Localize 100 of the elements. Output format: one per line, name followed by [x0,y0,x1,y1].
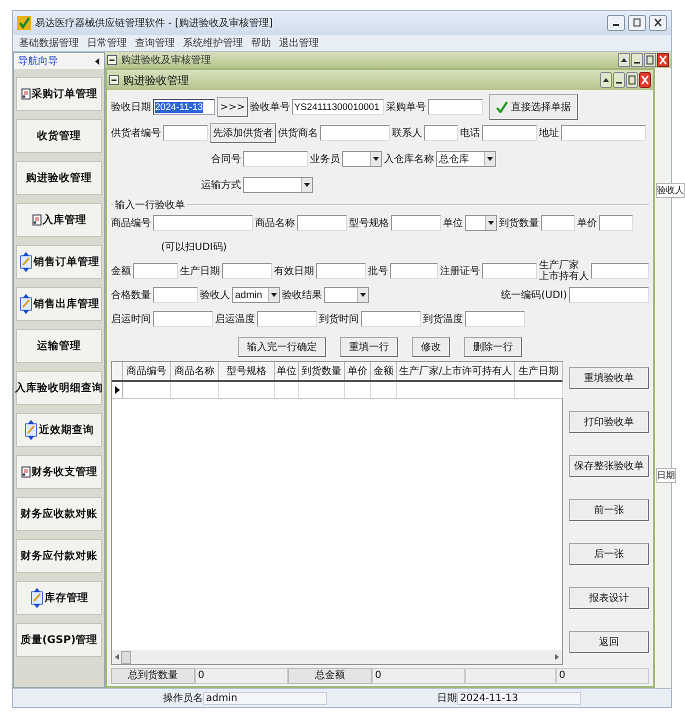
minimize-icon[interactable] [613,72,625,88]
scroll-right-icon[interactable] [555,654,559,660]
menu-item[interactable]: 退出管理 [279,36,319,50]
field-label: 到货温度 [423,314,463,324]
nav-button[interactable]: 财务应付款对账 [16,539,102,573]
dropdown[interactable] [465,215,497,231]
column-header[interactable]: 单位 [275,362,299,380]
window-title: 购进验收及审核管理 [121,54,211,67]
restore-icon[interactable] [628,15,646,31]
input-field[interactable] [428,99,484,115]
nav-button[interactable]: 入库管理 [16,203,102,237]
restore-icon[interactable] [626,72,638,88]
menu-item[interactable]: 基础数据管理 [19,36,79,50]
dropdown[interactable]: admin [232,287,280,303]
nav-button[interactable]: 库存管理 [16,581,102,615]
form-button[interactable]: >>> [217,97,248,117]
scroll-up-icon[interactable] [618,53,630,67]
input-field[interactable] [316,263,366,279]
input-field[interactable] [482,263,537,279]
action-button[interactable]: 后一张 [569,543,649,565]
scroll-thumb[interactable] [121,650,131,664]
input-field[interactable] [133,263,178,279]
window-title: 易达医疗器械供应链管理软件 - [购进验收及审核管理] [35,16,273,30]
nav-button[interactable]: 运输管理 [16,329,102,363]
input-field[interactable] [153,287,198,303]
input-field[interactable] [424,125,458,141]
nav-button[interactable]: 采购订单管理 [16,77,102,111]
input-field[interactable]: YS24111300010001 [292,99,384,115]
menu-item[interactable]: 帮助 [251,36,271,50]
dropdown-arrow-icon [373,157,379,161]
column-header[interactable]: 单价 [345,362,371,380]
row-button[interactable]: 输入完一行确定 [238,337,326,357]
action-button[interactable]: 打印验收单 [569,411,649,433]
nav-button[interactable]: 近效期查询 [16,413,102,447]
input-field[interactable] [320,125,390,141]
action-button[interactable]: 报表设计 [569,587,649,609]
restore-icon[interactable] [644,53,656,67]
nav-button[interactable]: 购进验收管理 [16,161,102,195]
input-field[interactable] [257,311,317,327]
nav-button[interactable]: 财务收支管理 [16,455,102,489]
menu-item[interactable]: 日常管理 [87,36,127,50]
row-button[interactable]: 修改 [412,337,450,357]
close-icon[interactable] [657,53,669,67]
close-icon[interactable] [639,72,651,88]
field-label: 验收结果 [282,290,322,300]
field-label: 有效日期 [274,266,314,276]
column-header[interactable]: 金额 [371,362,397,380]
select-document-button[interactable]: 直接选择单据 [489,94,578,120]
menu-item[interactable]: 系统维护管理 [183,36,243,50]
input-field[interactable] [222,263,272,279]
input-field[interactable] [243,151,308,167]
input-field[interactable] [390,263,438,279]
input-field[interactable] [297,215,347,231]
menu-item[interactable]: 查询管理 [135,36,175,50]
field-label: 型号规格 [349,218,389,228]
window-menu-icon[interactable] [109,75,119,85]
input-field[interactable] [465,311,525,327]
minimize-icon[interactable] [607,15,625,31]
column-header[interactable]: 到货数量 [299,362,345,380]
window-menu-icon[interactable] [107,55,117,65]
close-icon[interactable] [649,15,667,31]
field-label: 供货者编号 [111,126,161,140]
column-header[interactable]: 商品编号 [123,362,171,380]
scroll-left-icon[interactable] [115,654,119,660]
column-header[interactable]: 生产厂家/上市许可持有人 [397,362,515,380]
input-field[interactable] [591,263,649,279]
input-field[interactable] [153,311,213,327]
input-field[interactable] [482,125,537,141]
nav-button[interactable]: 销售订单管理 [16,245,102,279]
nav-button[interactable]: 入库验收明细查询 [16,371,102,405]
row-button[interactable]: 删除一行 [464,337,522,357]
form-button[interactable]: 先添加供货者 [210,123,276,143]
dropdown[interactable]: 总仓库 [436,151,496,167]
action-button[interactable]: 重填验收单 [569,367,649,389]
card-icon [20,466,30,478]
input-field[interactable] [599,215,633,231]
nav-button[interactable]: 质量(GSP)管理 [16,623,102,657]
horizontal-scrollbar[interactable] [112,650,562,664]
input-field[interactable]: 2024-11-13 [153,99,215,115]
row-button[interactable]: 重填一行 [340,337,398,357]
nav-button[interactable]: 财务应收款对账 [16,497,102,531]
scroll-up-icon[interactable] [600,72,612,88]
input-field[interactable] [163,125,208,141]
nav-button[interactable]: 收货管理 [16,119,102,153]
action-button[interactable]: 返回 [569,631,649,653]
minimize-icon[interactable] [631,53,643,67]
column-header[interactable]: 型号规格 [219,362,275,380]
input-field[interactable] [561,125,646,141]
action-button[interactable]: 保存整张验收单 [569,455,649,477]
column-header[interactable]: 商品名称 [171,362,219,380]
input-field[interactable] [541,215,575,231]
input-field[interactable] [391,215,441,231]
input-field[interactable] [569,287,649,303]
field-label: 运输方式 [201,178,241,192]
column-header[interactable]: 生产日期 [515,362,563,380]
action-button[interactable]: 前一张 [569,499,649,521]
input-field[interactable] [361,311,421,327]
input-field[interactable] [153,215,253,231]
collapse-icon[interactable] [95,58,100,64]
nav-button[interactable]: 销售出库管理 [16,287,102,321]
